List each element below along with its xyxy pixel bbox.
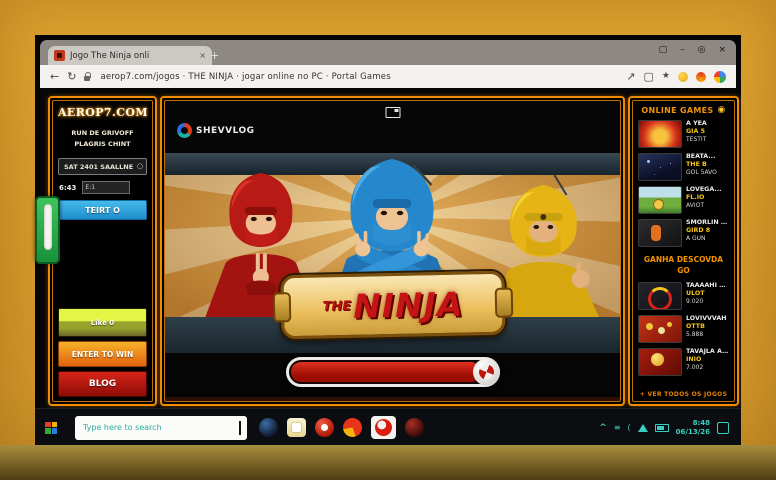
play-button[interactable]: TEIRT O [58,200,147,220]
game-list-item[interactable]: LOVEGA...FL.IOAVIOT [638,186,729,214]
notification-icon[interactable] [717,422,729,434]
header-dot-icon: ◉ [717,106,725,115]
taskbar: ^ ≡ ( 8:48 06/13/26 [35,408,741,446]
game-title-the: THE [322,298,351,314]
taskbar-search-input[interactable] [81,422,235,433]
game-list-item[interactable]: SMORLIN BAVAAL...GIRD 8A GUN [638,219,729,247]
game-title-ninja: NINJA [352,284,463,325]
desk-surface [0,445,776,480]
text-cursor [239,421,241,435]
profile-avatar[interactable] [714,71,726,83]
left-sidebar: AEROP7.COM RUN DE GRIVOFF PLAGRIS CHINT … [48,96,157,406]
game-title-plaque: THE NINJA [280,271,505,340]
taskbar-app-icon[interactable] [287,418,306,437]
window-close-icon[interactable]: × [718,45,726,55]
tab-close-icon[interactable]: × [199,51,206,60]
search-icon[interactable]: ○ [137,163,143,170]
address-bar[interactable]: aerop7.com/jogos · THE NINJA · jogar onl… [100,72,618,82]
taskbar-app-icon[interactable] [315,418,334,437]
wifi-icon[interactable] [638,424,648,432]
system-tray: ^ ≡ ( 8:48 06/13/26 [599,419,729,437]
battery-icon[interactable] [655,424,669,432]
extension-icon-red[interactable] [696,72,706,82]
page-content: AEROP7.COM RUN DE GRIVOFF PLAGRIS CHINT … [40,88,736,408]
browser-tab[interactable]: Jogo The Ninja onli × [48,46,212,65]
discount-section-header: GANHA DESCOVDA GO [638,254,729,277]
browser-window: Jogo The Ninja onli × + ▢ – ◎ × ← ↻ aero… [40,40,736,408]
right-sidebar: ONLINE GAMES ◉ A YEAGIA 5TESTIT BEATA...… [628,96,739,406]
feedback-side-tab[interactable] [35,196,60,264]
games-section-header: ONLINE GAMES ◉ [638,106,729,115]
window-maximize-icon[interactable]: ▢ [659,45,668,55]
desktop-frame: Jogo The Ninja onli × + ▢ – ◎ × ← ↻ aero… [0,0,776,480]
provider-name: SHEVVLOG [196,126,255,136]
refresh-icon[interactable]: ↻ [67,71,76,82]
time-row: 6:43 [58,181,147,194]
site-tagline: RUN DE GRIVOFF PLAGRIS CHINT [58,128,147,150]
browser-titlebar: Jogo The Ninja onli × + ▢ – ◎ × [40,40,736,65]
window-restore-icon[interactable]: ◎ [698,45,706,55]
game-list-item[interactable]: BEATA...THE BGOL 5AVO [638,153,729,181]
tab-favicon-icon [54,50,65,61]
time-field[interactable] [82,181,130,194]
game-thumbnail [638,153,682,181]
extension-icon-yellow[interactable] [678,72,688,82]
taskbar-apps [259,416,424,439]
clock-time: 8:48 [693,419,710,428]
start-button[interactable] [45,422,57,434]
clock[interactable]: 8:48 06/13/26 [676,419,710,437]
game-list-item[interactable]: TAAAAHI 4...ULOT9.020 [638,282,729,310]
taskbar-app-icon[interactable] [343,418,362,437]
fullscreen-icon[interactable] [385,107,400,118]
tray-lang-icon[interactable]: ( [628,424,631,432]
game-provider-logo[interactable]: SHEVVLOG [177,123,255,138]
taskbar-app-icon[interactable] [259,418,278,437]
site-logo[interactable]: AEROP7.COM [58,106,147,119]
time-label: 6:43 [59,184,76,192]
game-thumbnail [638,282,682,310]
window-controls: ▢ – ◎ × [659,45,726,55]
taskbar-app-icon-active[interactable] [371,416,396,439]
sidebar-search-input[interactable] [62,162,135,172]
share-icon[interactable]: ↗ [626,71,635,82]
like-banner-button[interactable]: Like 0 [58,308,147,337]
monitor-screen: Jogo The Ninja onli × + ▢ – ◎ × ← ↻ aero… [35,35,741,445]
game-thumbnail [638,219,682,247]
overlay-icon[interactable]: ▢ [644,71,654,82]
game-thumbnail [638,186,682,214]
game-list-item[interactable]: LOVIVVVAHOTTB5.888 [638,315,729,343]
enter-to-win-button[interactable]: ENTER TO WIN [58,341,147,367]
active-app-glyph [375,419,392,436]
tab-title: Jogo The Ninja onli [70,51,194,61]
provider-swirl-icon [177,123,192,138]
game-thumbnail [638,120,682,148]
loading-progress-bar [286,357,500,387]
lock-icon [84,72,92,81]
back-icon[interactable]: ← [50,71,59,82]
window-minimize-icon[interactable]: – [680,45,685,55]
blog-button[interactable]: BLOG [58,371,147,397]
new-tab-button[interactable]: + [210,49,219,62]
game-list-item[interactable]: A YEAGIA 5TESTIT [638,120,729,148]
bookmark-star-icon[interactable]: ★ [662,72,670,81]
game-panel: SHEVVLOG [160,96,625,406]
game-list-item[interactable]: TAVAJLA A.AR...INIO7.002 [638,348,729,376]
taskbar-app-icon[interactable] [405,418,424,437]
sidebar-search-box[interactable]: ○ [58,158,147,175]
tray-menu-icon[interactable]: ≡ [614,424,621,432]
see-all-games-link[interactable]: + VER TODOS OS JOGOS [638,391,729,398]
taskbar-search-box[interactable] [75,416,247,440]
shuriken-loader-icon [473,359,500,386]
loading-progress-fill [291,362,481,382]
browser-toolbar: ← ↻ aerop7.com/jogos · THE NINJA · jogar… [40,65,736,88]
clock-date: 06/13/26 [676,428,710,437]
tray-chevron-icon[interactable]: ^ [599,423,607,433]
game-thumbnail [638,348,682,376]
game-thumbnail [638,315,682,343]
